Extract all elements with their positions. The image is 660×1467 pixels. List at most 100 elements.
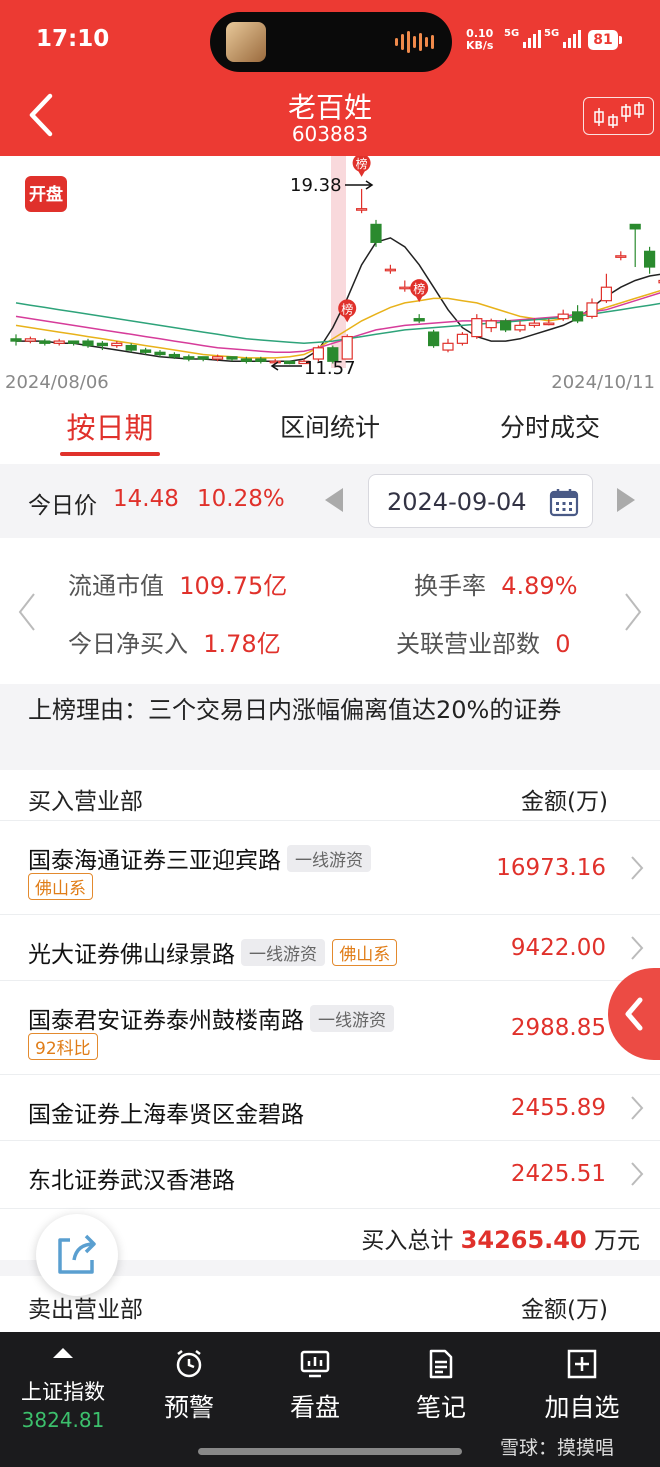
chevron-left-icon[interactable] — [16, 592, 38, 632]
note-icon — [429, 1349, 453, 1379]
net-speed: 0.10 KB/s — [466, 27, 494, 52]
signal-icon: 5G — [544, 28, 582, 48]
candle-body — [111, 342, 123, 347]
tag-group: 佛山系 — [332, 939, 398, 966]
chevron-right-icon[interactable] — [622, 592, 644, 632]
price-label: 今日价 — [28, 493, 97, 519]
candle-body — [399, 286, 411, 290]
chart-start-date: 2024/08/06 — [5, 372, 109, 393]
tab-range-stats[interactable]: 区间统计 — [220, 396, 440, 464]
candle-body — [96, 342, 109, 347]
monitor-chart-icon — [300, 1350, 330, 1378]
candle-body — [140, 349, 152, 353]
home-indicator[interactable] — [198, 1448, 462, 1455]
app-header: 17:10 0.10 KB/s 5G 5G 81 老百姓 603883 — [0, 0, 660, 156]
rank-marker-label: 榜 — [356, 156, 368, 171]
index-value: 3824.81 — [21, 1408, 105, 1432]
chevron-right-icon — [631, 856, 644, 880]
nav-add-watchlist[interactable]: 加自选 — [518, 1332, 646, 1432]
candle-body — [154, 351, 166, 356]
status-time: 17:10 — [36, 26, 110, 52]
prev-date-icon[interactable] — [325, 488, 343, 512]
candle-body — [629, 223, 641, 230]
audio-wave-icon — [395, 30, 434, 54]
listing-reason: 上榜理由：三个交易日内涨幅偏离值达20%的证券 — [0, 684, 660, 770]
open-badge: 开盘 — [25, 176, 67, 212]
turnover-rate: 换手率 4.89% — [414, 572, 578, 600]
tab-intraday-trades[interactable]: 分时成交 — [440, 396, 660, 464]
side-panel-toggle[interactable] — [608, 968, 660, 1060]
alarm-clock-icon — [176, 1350, 202, 1378]
list-item[interactable]: 国金证券上海奉贤区金碧路 2455.89 — [0, 1074, 660, 1140]
date-picker[interactable]: 2024-09-04 — [368, 474, 593, 528]
candle-body — [600, 286, 613, 302]
candle-body — [240, 358, 252, 362]
signal-icon: 5G — [504, 28, 542, 48]
candle-body — [67, 340, 80, 344]
rank-markers: 榜榜榜 — [338, 153, 429, 323]
stock-code: 603883 — [291, 122, 369, 146]
buy-branches-list: 买入营业部 金额(万) 国泰海通证券三亚迎宾路 一线游资 佛山系 16973.16… — [0, 770, 660, 1260]
candle-body — [586, 302, 598, 317]
calendar-icon — [549, 489, 579, 517]
nav-alert[interactable]: 预警 — [126, 1332, 252, 1432]
low-price-label: 11.57 — [304, 358, 356, 379]
list-item[interactable]: 国泰海通证券三亚迎宾路 一线游资 佛山系 16973.16 — [0, 820, 660, 914]
list-item[interactable]: 东北证券武汉香港路 2425.51 — [0, 1140, 660, 1208]
float-cap: 流通市值 109.75亿 — [68, 572, 288, 600]
candle-body — [485, 320, 497, 329]
watermark: 雪球：摸摸唱 — [500, 1437, 615, 1459]
tag-hot-money: 一线游资 — [241, 939, 325, 966]
candle-body — [428, 331, 440, 347]
list-item[interactable]: 光大证券佛山绿景路 一线游资 佛山系 9422.00 — [0, 914, 660, 980]
candle-body — [39, 340, 51, 344]
svg-text:开盘: 开盘 — [29, 184, 63, 205]
net-buy: 今日净买入 1.78亿 — [68, 630, 281, 658]
candle-body — [557, 313, 569, 320]
candle-body — [615, 255, 627, 258]
dynamic-island[interactable] — [210, 12, 452, 72]
nav-notes[interactable]: 笔记 — [378, 1332, 504, 1432]
candle-body — [24, 338, 36, 342]
candle-body — [543, 322, 555, 326]
candle-body — [284, 360, 296, 365]
candle-body — [442, 342, 454, 351]
candle-body — [471, 318, 483, 338]
chevron-right-icon — [631, 936, 644, 960]
candle-body — [413, 318, 425, 322]
candle-body — [255, 358, 267, 362]
next-date-icon[interactable] — [617, 488, 635, 512]
candlestick-icon[interactable] — [583, 97, 654, 135]
candle-body — [341, 335, 353, 360]
date-value: 2024-09-04 — [387, 488, 527, 516]
chevron-left-icon — [625, 997, 643, 1031]
tag-hot-money: 一线游资 — [310, 1005, 394, 1032]
tab-by-date[interactable]: 按日期 — [0, 396, 220, 464]
list-item[interactable]: 国泰君安证券泰州鼓楼南路 一线游资 92科比 2988.85 — [0, 980, 660, 1074]
kline-chart[interactable]: 榜榜榜 开盘 19.38 11.57 2024/08/06 2024/10/11 — [0, 153, 660, 396]
candle-body — [125, 344, 137, 351]
candle-body — [356, 208, 368, 211]
rank-marker-label: 榜 — [341, 301, 353, 316]
candle-body — [226, 356, 238, 360]
candle-body — [82, 340, 94, 347]
stock-name: 老百姓 — [287, 91, 372, 124]
add-box-icon — [567, 1349, 597, 1379]
date-selector-row: 今日价 14.48 10.28% 2024-09-04 — [0, 464, 660, 538]
share-button[interactable] — [36, 1214, 118, 1296]
tab-bar: 按日期 区间统计 分时成交 — [0, 396, 660, 464]
high-price-label: 19.38 — [290, 175, 342, 196]
candle-body — [456, 333, 468, 344]
caret-up-icon — [53, 1348, 73, 1358]
chevron-right-icon — [631, 1162, 644, 1186]
candle-body — [168, 353, 180, 358]
media-thumbnail — [226, 22, 266, 62]
candle-body — [528, 322, 541, 326]
nav-sh-index[interactable]: 上证指数 3824.81 — [0, 1332, 126, 1432]
tag-hot-money: 一线游资 — [287, 845, 371, 872]
share-icon — [58, 1234, 96, 1274]
stats-panel: 流通市值 109.75亿 换手率 4.89% 今日净买入 1.78亿 关联营业部… — [0, 538, 660, 684]
candle-body — [384, 268, 396, 272]
tag-group: 佛山系 — [28, 873, 93, 900]
nav-market[interactable]: 看盘 — [252, 1332, 378, 1432]
